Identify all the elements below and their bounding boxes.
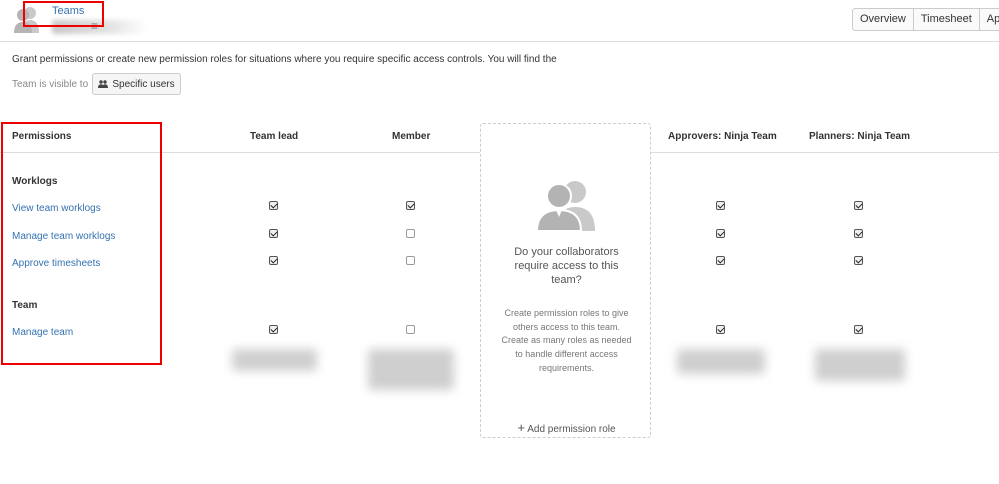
permission-checkbox[interactable] — [716, 201, 725, 210]
visibility-button-label: Specific users — [112, 78, 175, 90]
permission-checkbox[interactable] — [406, 256, 415, 265]
add-role-description: Create permission roles to give others a… — [501, 308, 632, 373]
column-member: Member — [392, 131, 431, 142]
add-permission-role-button[interactable]: + Add permission role — [481, 420, 652, 435]
permission-checkbox[interactable] — [406, 229, 415, 238]
tab-approvals[interactable]: Appro — [978, 8, 999, 31]
permission-checkbox[interactable] — [269, 325, 278, 334]
permission-checkbox[interactable] — [716, 325, 725, 334]
highlight-box-header — [23, 1, 104, 27]
permission-checkbox[interactable] — [269, 201, 278, 210]
permission-checkbox[interactable] — [716, 256, 725, 265]
add-permission-role-label: Add permission role — [527, 424, 616, 435]
permission-checkbox[interactable] — [854, 229, 863, 238]
permissions-description: Grant permissions or create new permissi… — [12, 54, 557, 65]
tab-timesheet[interactable]: Timesheet — [912, 8, 980, 31]
column-planners: Planners: Ninja Team — [809, 131, 910, 142]
add-role-card: Do your collaborators require access to … — [480, 123, 651, 438]
page-header: Teams ≡ Overview Timesheet Appro — [0, 0, 999, 42]
permission-checkbox[interactable] — [406, 201, 415, 210]
tab-overview[interactable]: Overview — [852, 8, 914, 31]
highlight-box-permissions — [1, 122, 162, 365]
redacted-approvers — [677, 349, 765, 374]
redacted-planners — [815, 349, 905, 381]
permission-checkbox[interactable] — [269, 256, 278, 265]
visibility-label: Team is visible to — [12, 79, 89, 90]
column-team-lead: Team lead — [250, 131, 299, 142]
permission-checkbox[interactable] — [269, 229, 278, 238]
permission-checkbox[interactable] — [716, 229, 725, 238]
add-role-question: Do your collaborators require access to … — [514, 246, 619, 286]
permission-checkbox[interactable] — [854, 256, 863, 265]
plus-icon: + — [517, 420, 525, 435]
permission-checkbox[interactable] — [854, 201, 863, 210]
visibility-button[interactable]: Specific users — [92, 73, 181, 95]
column-approvers: Approvers: Ninja Team — [668, 131, 777, 142]
redacted-team-lead — [232, 349, 317, 371]
redacted-members — [368, 349, 454, 390]
view-tabs: Overview Timesheet Appro — [852, 8, 999, 31]
header-divider — [651, 152, 999, 153]
permission-checkbox[interactable] — [406, 325, 415, 334]
users-icon — [98, 80, 109, 88]
collaborators-icon — [535, 181, 595, 231]
permission-checkbox[interactable] — [854, 325, 863, 334]
